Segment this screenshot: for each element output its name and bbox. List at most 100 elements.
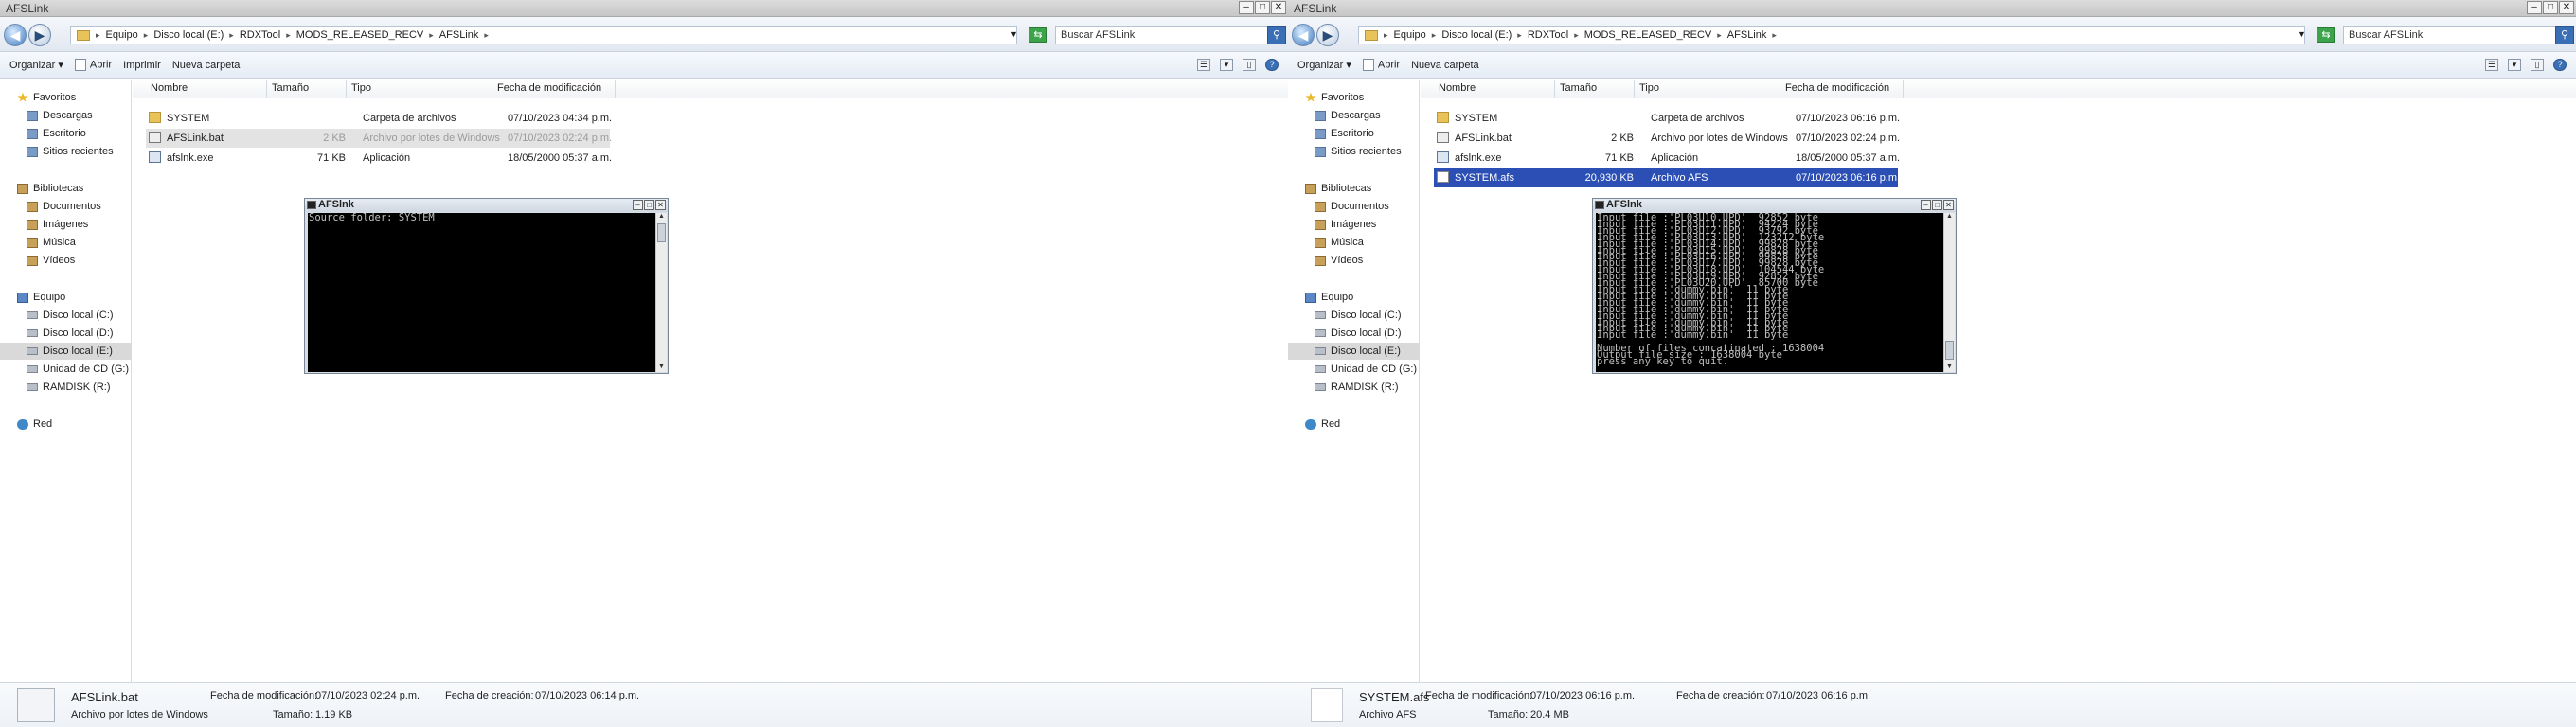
chevron-right-icon[interactable]: ▸ — [1717, 30, 1722, 41]
chevron-right-icon[interactable]: ▸ — [1384, 30, 1388, 41]
column-date[interactable]: Fecha de modificación — [1780, 80, 1904, 98]
scroll-down-icon[interactable]: ▼ — [657, 364, 666, 372]
column-type[interactable]: Tipo — [347, 80, 492, 98]
preview-pane-icon[interactable]: ▯ — [2531, 59, 2544, 71]
nav-documents[interactable]: Documentos — [1288, 198, 1420, 215]
breadcrumb-item[interactable]: Equipo — [106, 29, 138, 41]
console-scrollbar[interactable]: ▲ ▼ — [1943, 213, 1955, 372]
open-button[interactable]: Abrir — [1362, 59, 1400, 71]
nav-disk-d[interactable]: Disco local (D:) — [1288, 325, 1420, 342]
scrollbar-thumb[interactable] — [657, 223, 666, 242]
breadcrumb[interactable]: ▸ Equipo ▸ Disco local (E:) ▸ RDXTool ▸ … — [1358, 26, 2305, 44]
breadcrumb-item[interactable]: MODS_RELEASED_RECV — [296, 29, 424, 41]
nav-videos[interactable]: Vídeos — [1288, 252, 1420, 269]
file-row[interactable]: AFSLink.bat 2 KB Archivo por lotes de Wi… — [146, 129, 612, 148]
new-folder-button[interactable]: Nueva carpeta — [1411, 60, 1479, 71]
nav-disk-c[interactable]: Disco local (C:) — [0, 307, 132, 324]
minimize-button[interactable]: – — [633, 200, 643, 210]
new-folder-button[interactable]: Nueva carpeta — [172, 60, 241, 71]
nav-ramdisk[interactable]: RAMDISK (R:) — [0, 379, 132, 396]
scroll-up-icon[interactable]: ▲ — [657, 213, 666, 222]
nav-cd-g[interactable]: Unidad de CD (G:) — [1288, 361, 1420, 378]
breadcrumb-item[interactable]: RDXTool — [240, 29, 280, 41]
file-row[interactable]: SYSTEM.afs 20,930 KB Archivo AFS 07/10/2… — [1434, 168, 1900, 187]
refresh-icon[interactable]: ⇆ — [1029, 27, 1047, 43]
nav-network[interactable]: Red — [0, 416, 132, 433]
console-scrollbar[interactable]: ▲ ▼ — [655, 213, 667, 372]
chevron-right-icon[interactable]: ▸ — [286, 30, 291, 41]
scroll-down-icon[interactable]: ▼ — [1945, 364, 1954, 372]
close-button[interactable]: ✕ — [655, 200, 666, 210]
nav-disk-e[interactable]: Disco local (E:) — [1288, 343, 1420, 360]
nav-computer[interactable]: Equipo — [1288, 289, 1420, 306]
back-button[interactable]: ◀ — [1292, 24, 1315, 46]
chevron-down-icon[interactable]: ▾ — [1220, 59, 1233, 71]
chevron-right-icon[interactable]: ▸ — [1772, 30, 1777, 41]
breadcrumb-item[interactable]: MODS_RELEASED_RECV — [1584, 29, 1712, 41]
nav-music[interactable]: Música — [1288, 234, 1420, 251]
chevron-right-icon[interactable]: ▸ — [484, 30, 489, 41]
file-row[interactable]: SYSTEM Carpeta de archivos 07/10/2023 04… — [146, 109, 612, 128]
minimize-button[interactable]: – — [1921, 200, 1931, 210]
nav-network[interactable]: Red — [1288, 416, 1420, 433]
nav-ramdisk[interactable]: RAMDISK (R:) — [1288, 379, 1420, 396]
chevron-right-icon[interactable]: ▸ — [1432, 30, 1437, 41]
console-output[interactable]: Source folder: SYSTEM — [308, 213, 655, 372]
chevron-right-icon[interactable]: ▸ — [1574, 30, 1579, 41]
maximize-button[interactable]: □ — [1255, 1, 1270, 14]
search-input[interactable]: Buscar AFSLink — [2343, 26, 2556, 44]
chevron-right-icon[interactable]: ▸ — [144, 30, 149, 41]
chevron-right-icon[interactable]: ▸ — [229, 30, 234, 41]
nav-cd-g[interactable]: Unidad de CD (G:) — [0, 361, 132, 378]
maximize-button[interactable]: □ — [644, 200, 654, 210]
view-options-icon[interactable]: ☰ — [2485, 59, 2498, 71]
nav-favorites[interactable]: Favoritos — [0, 89, 132, 106]
help-icon[interactable]: ? — [2553, 59, 2567, 71]
chevron-down-icon[interactable]: ▼ — [2298, 29, 2306, 39]
nav-disk-c[interactable]: Disco local (C:) — [1288, 307, 1420, 324]
maximize-button[interactable]: □ — [2543, 1, 2558, 14]
column-name[interactable]: Nombre — [1434, 80, 1555, 98]
chevron-right-icon[interactable]: ▸ — [1517, 30, 1522, 41]
breadcrumb-item[interactable]: RDXTool — [1528, 29, 1568, 41]
search-icon[interactable]: ⚲ — [1267, 26, 1286, 44]
organize-button[interactable]: Organizar ▾ — [9, 59, 63, 71]
breadcrumb[interactable]: ▸ Equipo ▸ Disco local (E:) ▸ RDXTool ▸ … — [70, 26, 1017, 44]
breadcrumb-item[interactable]: AFSLink — [439, 29, 479, 41]
breadcrumb-item[interactable]: Equipo — [1394, 29, 1426, 41]
column-date[interactable]: Fecha de modificación — [492, 80, 616, 98]
open-button[interactable]: Abrir — [74, 59, 112, 71]
nav-desktop[interactable]: Escritorio — [0, 125, 132, 142]
minimize-button[interactable]: – — [1239, 1, 1254, 14]
nav-downloads[interactable]: Descargas — [0, 107, 132, 124]
nav-recent[interactable]: Sitios recientes — [0, 143, 132, 160]
nav-libraries[interactable]: Bibliotecas — [1288, 180, 1420, 197]
file-row[interactable]: AFSLink.bat 2 KB Archivo por lotes de Wi… — [1434, 129, 1900, 148]
nav-computer[interactable]: Equipo — [0, 289, 132, 306]
nav-desktop[interactable]: Escritorio — [1288, 125, 1420, 142]
nav-documents[interactable]: Documentos — [0, 198, 132, 215]
chevron-right-icon[interactable]: ▸ — [429, 30, 434, 41]
nav-images[interactable]: Imágenes — [0, 216, 132, 233]
nav-disk-d[interactable]: Disco local (D:) — [0, 325, 132, 342]
title-bar[interactable]: AFSLink – □ ✕ — [1288, 0, 2576, 17]
close-button[interactable]: ✕ — [1271, 1, 1286, 14]
column-name[interactable]: Nombre — [146, 80, 267, 98]
chevron-right-icon[interactable]: ▸ — [96, 30, 100, 41]
search-input[interactable]: Buscar AFSLink — [1055, 26, 1268, 44]
console-window[interactable]: AFSlnk – □ ✕ Input file :'PL03U10.UPD' 9… — [1592, 198, 1957, 374]
nav-recent[interactable]: Sitios recientes — [1288, 143, 1420, 160]
nav-libraries[interactable]: Bibliotecas — [0, 180, 132, 197]
console-output[interactable]: Input file :'PL03U10.UPD' 92852 byte Inp… — [1596, 213, 1943, 372]
column-type[interactable]: Tipo — [1635, 80, 1780, 98]
print-button[interactable]: Imprimir — [123, 60, 161, 71]
column-size[interactable]: Tamaño — [1555, 80, 1635, 98]
nav-downloads[interactable]: Descargas — [1288, 107, 1420, 124]
nav-music[interactable]: Música — [0, 234, 132, 251]
chevron-down-icon[interactable]: ▼ — [1010, 29, 1018, 39]
organize-button[interactable]: Organizar ▾ — [1297, 59, 1351, 71]
column-size[interactable]: Tamaño — [267, 80, 347, 98]
nav-disk-e[interactable]: Disco local (E:) — [0, 343, 132, 360]
search-icon[interactable]: ⚲ — [2555, 26, 2574, 44]
refresh-icon[interactable]: ⇆ — [2317, 27, 2335, 43]
